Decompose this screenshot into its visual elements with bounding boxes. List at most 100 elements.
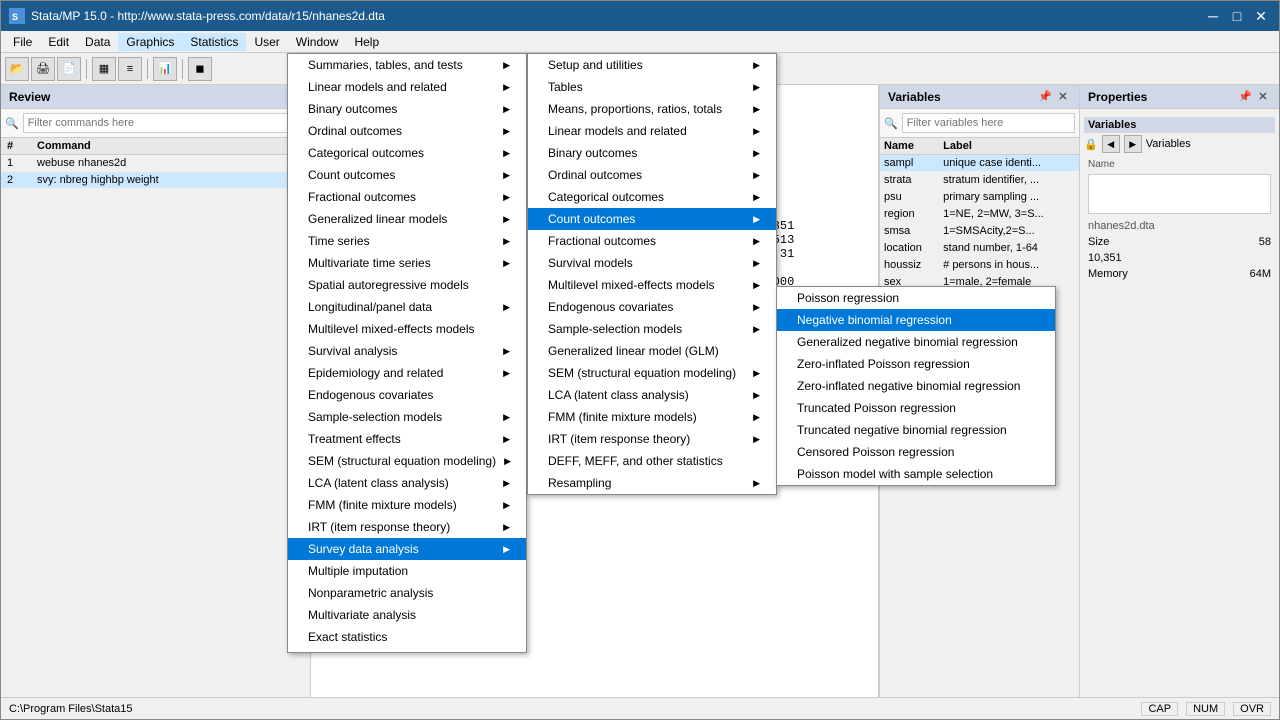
stats-menu-nonparametric[interactable]: Nonparametric analysis: [288, 582, 526, 604]
stats-menu-count[interactable]: Count outcomes: [288, 164, 526, 186]
count-zero-poisson[interactable]: Zero-inflated Poisson regression: [777, 353, 1055, 375]
stats-menu-sem[interactable]: SEM (structural equation modeling): [288, 450, 526, 472]
props-pin-icon[interactable]: 📌: [1237, 89, 1253, 105]
count-zero-negative-binomial[interactable]: Zero-inflated negative binomial regressi…: [777, 375, 1055, 397]
menu-user[interactable]: User: [246, 33, 287, 51]
review-row-cmd: svy: nbreg highbp weight: [31, 172, 310, 189]
stats-menu-multilevel[interactable]: Multilevel mixed-effects models: [288, 318, 526, 340]
survey-means[interactable]: Means, proportions, ratios, totals: [528, 98, 776, 120]
stats-menu-glm[interactable]: Generalized linear models: [288, 208, 526, 230]
count-poisson-sample-selection[interactable]: Poisson model with sample selection: [777, 463, 1055, 485]
tb-btn-4[interactable]: ▦: [92, 57, 116, 81]
survey-resampling[interactable]: Resampling: [528, 472, 776, 494]
stats-menu-longitudinal[interactable]: Longitudinal/panel data: [288, 296, 526, 318]
count-censored-poisson[interactable]: Censored Poisson regression: [777, 441, 1055, 463]
stats-menu-time[interactable]: Time series: [288, 230, 526, 252]
review-search-input[interactable]: [23, 113, 306, 133]
stats-menu-survey[interactable]: Survey data analysis: [288, 538, 526, 560]
survey-endogenous[interactable]: Endogenous covariates: [528, 296, 776, 318]
variables-search-input[interactable]: [902, 113, 1075, 133]
menu-statistics[interactable]: Statistics: [182, 33, 246, 51]
tb-btn-5[interactable]: ≡: [118, 57, 142, 81]
survey-fractional[interactable]: Fractional outcomes: [528, 230, 776, 252]
survey-count[interactable]: Count outcomes: [528, 208, 776, 230]
props-back-btn[interactable]: ◀: [1102, 135, 1120, 153]
survey-irt[interactable]: IRT (item response theory): [528, 428, 776, 450]
var-row[interactable]: psuprimary sampling ...: [880, 189, 1079, 206]
minimize-button[interactable]: ─: [1203, 6, 1223, 26]
survey-deff[interactable]: DEFF, MEFF, and other statistics: [528, 450, 776, 472]
var-label: stratum identifier, ...: [939, 172, 1079, 189]
review-row-2[interactable]: 2 svy: nbreg highbp weight: [1, 172, 310, 189]
graph-button[interactable]: 📊: [153, 57, 177, 81]
main-window: S Stata/MP 15.0 - http://www.stata-press…: [0, 0, 1280, 720]
stats-menu-linear[interactable]: Linear models and related: [288, 76, 526, 98]
var-row[interactable]: region1=NE, 2=MW, 3=S...: [880, 206, 1079, 223]
survey-tables[interactable]: Tables: [528, 76, 776, 98]
props-fwd-btn[interactable]: ▶: [1124, 135, 1142, 153]
log-button[interactable]: 📄: [57, 57, 81, 81]
stats-menu-fractional[interactable]: Fractional outcomes: [288, 186, 526, 208]
var-row[interactable]: houssiz# persons in hous...: [880, 257, 1079, 274]
survey-lca[interactable]: LCA (latent class analysis): [528, 384, 776, 406]
stats-menu-categorical[interactable]: Categorical outcomes: [288, 142, 526, 164]
stats-menu-endogenous[interactable]: Endogenous covariates: [288, 384, 526, 406]
menu-file[interactable]: File: [5, 33, 40, 51]
stats-menu-summaries[interactable]: Summaries, tables, and tests: [288, 54, 526, 76]
survey-glm[interactable]: Generalized linear model (GLM): [528, 340, 776, 362]
survey-linear[interactable]: Linear models and related: [528, 120, 776, 142]
count-poisson[interactable]: Poisson regression: [777, 287, 1055, 309]
stats-menu-multivariate[interactable]: Multivariate analysis: [288, 604, 526, 626]
stats-menu-fmm[interactable]: FMM (finite mixture models): [288, 494, 526, 516]
count-generalized-negative-binomial[interactable]: Generalized negative binomial regression: [777, 331, 1055, 353]
menu-help[interactable]: Help: [346, 33, 387, 51]
var-row[interactable]: locationstand number, 1-64: [880, 240, 1079, 257]
survey-multilevel[interactable]: Multilevel mixed-effects models: [528, 274, 776, 296]
stats-menu-multivariate-time[interactable]: Multivariate time series: [288, 252, 526, 274]
survey-setup[interactable]: Setup and utilities: [528, 54, 776, 76]
count-truncated-negative-binomial[interactable]: Truncated negative binomial regression: [777, 419, 1055, 441]
review-row-num: 2: [1, 172, 31, 189]
maximize-button[interactable]: □: [1227, 6, 1247, 26]
menu-edit[interactable]: Edit: [40, 33, 77, 51]
stats-menu-treatment[interactable]: Treatment effects: [288, 428, 526, 450]
var-row[interactable]: stratastratum identifier, ...: [880, 172, 1079, 189]
print-button[interactable]: 🖨: [31, 57, 55, 81]
stats-menu-epidemiology[interactable]: Epidemiology and related: [288, 362, 526, 384]
properties-title: Properties: [1088, 90, 1147, 104]
stats-menu-exact[interactable]: Exact statistics: [288, 626, 526, 648]
survey-ordinal[interactable]: Ordinal outcomes: [528, 164, 776, 186]
close-button[interactable]: ✕: [1251, 6, 1271, 26]
stats-menu-sample-selection[interactable]: Sample-selection models: [288, 406, 526, 428]
window-title: Stata/MP 15.0 - http://www.stata-press.c…: [31, 9, 1203, 23]
count-negative-binomial[interactable]: Negative binomial regression: [777, 309, 1055, 331]
properties-panel-icons: 📌 ✕: [1237, 89, 1271, 105]
count-truncated-poisson[interactable]: Truncated Poisson regression: [777, 397, 1055, 419]
stats-menu-binary[interactable]: Binary outcomes: [288, 98, 526, 120]
stats-menu-irt[interactable]: IRT (item response theory): [288, 516, 526, 538]
survey-survival[interactable]: Survival models: [528, 252, 776, 274]
survey-binary[interactable]: Binary outcomes: [528, 142, 776, 164]
var-row[interactable]: smsa1=SMSAcity,2=S...: [880, 223, 1079, 240]
variables-close-icon[interactable]: ✕: [1055, 89, 1071, 105]
var-row[interactable]: samplunique case identi...: [880, 155, 1079, 172]
variables-pin-icon[interactable]: 📌: [1037, 89, 1053, 105]
review-row-1[interactable]: 1 webuse nhanes2d: [1, 155, 310, 172]
survey-sample-selection[interactable]: Sample-selection models: [528, 318, 776, 340]
stats-menu-multiple-imputation[interactable]: Multiple imputation: [288, 560, 526, 582]
menu-graphics[interactable]: Graphics: [118, 33, 182, 51]
survey-fmm[interactable]: FMM (finite mixture models): [528, 406, 776, 428]
props-close-icon[interactable]: ✕: [1255, 89, 1271, 105]
toolbar-separator-2: [147, 59, 148, 79]
stats-menu-spatial[interactable]: Spatial autoregressive models: [288, 274, 526, 296]
stats-menu-survival[interactable]: Survival analysis: [288, 340, 526, 362]
survey-sem[interactable]: SEM (structural equation modeling): [528, 362, 776, 384]
stats-menu-ordinal[interactable]: Ordinal outcomes: [288, 120, 526, 142]
menu-window[interactable]: Window: [288, 33, 347, 51]
menu-data[interactable]: Data: [77, 33, 118, 51]
stats-menu-lca[interactable]: LCA (latent class analysis): [288, 472, 526, 494]
open-button[interactable]: 📂: [5, 57, 29, 81]
stats-menu-resampling[interactable]: Resampling: [288, 648, 526, 653]
survey-categorical[interactable]: Categorical outcomes: [528, 186, 776, 208]
tb-btn-8[interactable]: ◼: [188, 57, 212, 81]
